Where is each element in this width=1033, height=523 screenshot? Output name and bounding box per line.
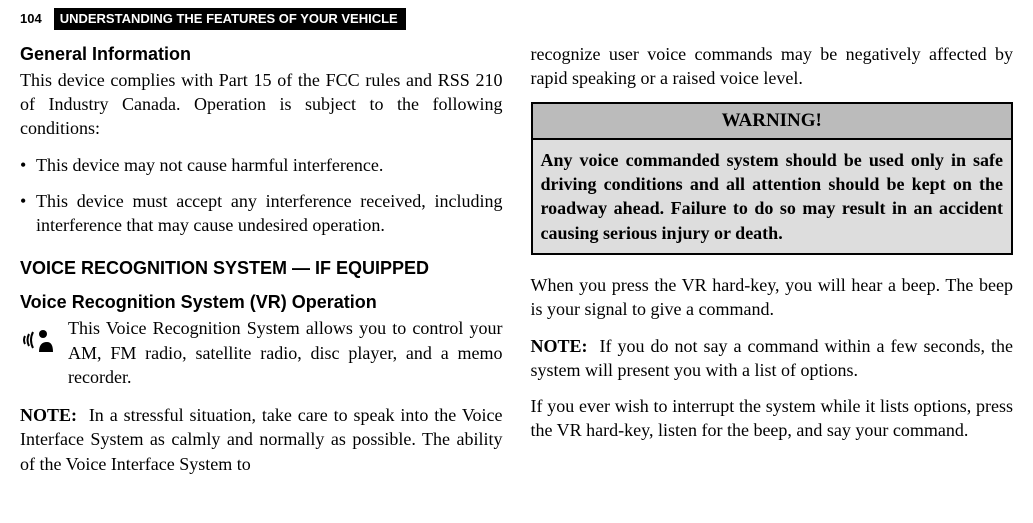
content-columns: General Information This device complies… (20, 42, 1013, 488)
page-number: 104 (20, 10, 42, 28)
page-header: 104 UNDERSTANDING THE FEATURES OF YOUR V… (20, 8, 1013, 30)
list-item: This device must accept any interference… (20, 189, 503, 238)
para-beep: When you press the VR hard-key, you will… (531, 273, 1014, 322)
warning-box: WARNING! Any voice commanded system shou… (531, 102, 1014, 255)
list-item: This device may not cause harmful interf… (20, 153, 503, 177)
bullet-list: This device may not cause harmful interf… (20, 153, 503, 238)
right-column: recognize user voice commands may be neg… (531, 42, 1014, 488)
note-label: NOTE: (20, 405, 77, 425)
note-text: If you do not say a command within a few… (531, 336, 1014, 380)
warning-body: Any voice commanded system should be use… (533, 140, 1012, 253)
heading-general-info: General Information (20, 42, 503, 66)
heading-voice-section: VOICE RECOGNITION SYSTEM — IF EQUIPPED (20, 256, 503, 280)
voice-icon-row: This Voice Recognition System allows you… (20, 316, 503, 389)
note-text: In a stressful situation, take care to s… (20, 405, 503, 474)
note-paragraph: NOTE: If you do not say a command within… (531, 334, 1014, 383)
para-general-info: This device complies with Part 15 of the… (20, 68, 503, 141)
page-title: UNDERSTANDING THE FEATURES OF YOUR VEHIC… (54, 8, 406, 30)
left-column: General Information This device complies… (20, 42, 503, 488)
voice-recognition-icon (20, 322, 56, 358)
para-interrupt: If you ever wish to interrupt the system… (531, 394, 1014, 443)
heading-voice-operation: Voice Recognition System (VR) Operation (20, 290, 503, 314)
para-continuation: recognize user voice commands may be neg… (531, 42, 1014, 91)
warning-title: WARNING! (533, 104, 1012, 140)
note-label: NOTE: (531, 336, 588, 356)
note-paragraph: NOTE: In a stressful situation, take car… (20, 403, 503, 476)
para-voice-operation: This Voice Recognition System allows you… (68, 316, 503, 389)
